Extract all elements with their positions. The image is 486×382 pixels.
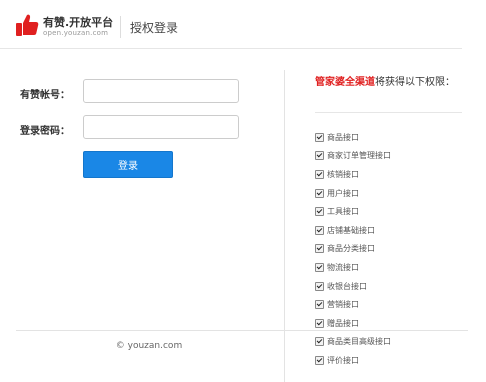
login-button[interactable]: 登录 bbox=[83, 151, 173, 178]
permission-label: 工具接口 bbox=[327, 207, 359, 217]
checkbox-checked-icon bbox=[315, 337, 324, 347]
permission-label: 商品类目高级接口 bbox=[327, 337, 391, 347]
permission-item: 用户接口 bbox=[315, 184, 391, 203]
header-divider bbox=[120, 16, 121, 38]
permission-label: 营销接口 bbox=[327, 300, 359, 310]
permission-label: 赠品接口 bbox=[327, 318, 359, 328]
password-input[interactable] bbox=[83, 115, 239, 139]
vertical-divider bbox=[284, 70, 285, 382]
password-label: 登录密码： bbox=[20, 126, 70, 137]
permission-label: 收银台接口 bbox=[327, 281, 367, 291]
checkbox-checked-icon bbox=[315, 262, 324, 272]
checkbox-checked-icon bbox=[315, 355, 324, 365]
checkbox-checked-icon bbox=[315, 300, 324, 310]
permission-item: 营销接口 bbox=[315, 295, 391, 314]
permission-item: 商家订单管理接口 bbox=[315, 147, 391, 166]
app-name: 管家婆全渠道 bbox=[315, 77, 375, 88]
checkbox-checked-icon bbox=[315, 207, 324, 217]
checkbox-checked-icon bbox=[315, 132, 324, 142]
permissions-title: 管家婆全渠道将获得以下权限： bbox=[315, 75, 465, 91]
permission-item: 店铺基础接口 bbox=[315, 221, 391, 240]
permission-label: 店铺基础接口 bbox=[327, 225, 375, 235]
logo-name: 有赞.开放平台 bbox=[43, 16, 114, 29]
footer-divider bbox=[16, 330, 468, 331]
footer-copyright: © youzan.com bbox=[115, 341, 183, 351]
permissions-divider bbox=[315, 112, 462, 113]
thumbs-up-logo-icon bbox=[16, 14, 39, 36]
permission-label: 用户接口 bbox=[327, 188, 359, 198]
checkbox-checked-icon bbox=[315, 225, 324, 235]
permission-label: 核销接口 bbox=[327, 169, 359, 179]
permission-label: 商家订单管理接口 bbox=[327, 151, 391, 161]
checkbox-checked-icon bbox=[315, 244, 324, 254]
permission-item: 商品接口 bbox=[315, 128, 391, 147]
permission-item: 商品类目高级接口 bbox=[315, 333, 391, 352]
permission-item: 商品分类接口 bbox=[315, 240, 391, 259]
account-input[interactable] bbox=[83, 79, 239, 103]
permission-item: 评价接口 bbox=[315, 351, 391, 370]
account-label: 有赞帐号： bbox=[20, 90, 70, 101]
permissions-list: 商品接口商家订单管理接口 核销接口用户接口工具接口店铺基础接口 商品分类接口 物流接口… bbox=[315, 128, 391, 370]
logo-url: open.youzan.com bbox=[43, 29, 109, 37]
permission-label: 物流接口 bbox=[327, 262, 359, 272]
permission-item: 物流接口 bbox=[315, 258, 391, 277]
permissions-intro: 将获得以下权限： bbox=[375, 77, 455, 88]
checkbox-checked-icon bbox=[315, 188, 324, 198]
permission-label: 商品分类接口 bbox=[327, 244, 375, 254]
permission-item: 核销接口 bbox=[315, 165, 391, 184]
checkbox-checked-icon bbox=[315, 151, 324, 161]
checkbox-checked-icon bbox=[315, 318, 324, 328]
permission-label: 评价接口 bbox=[327, 355, 359, 365]
checkbox-checked-icon bbox=[315, 169, 324, 179]
page-title: 授权登录 bbox=[130, 21, 179, 35]
permission-label: 商品接口 bbox=[327, 132, 359, 142]
checkbox-checked-icon bbox=[315, 281, 324, 291]
header: 有赞.开放平台 open.youzan.com 授权登录 bbox=[0, 0, 486, 50]
permission-item: 工具接口 bbox=[315, 202, 391, 221]
permission-item: 收银台接口 bbox=[315, 277, 391, 296]
header-bottom-border bbox=[0, 48, 462, 49]
